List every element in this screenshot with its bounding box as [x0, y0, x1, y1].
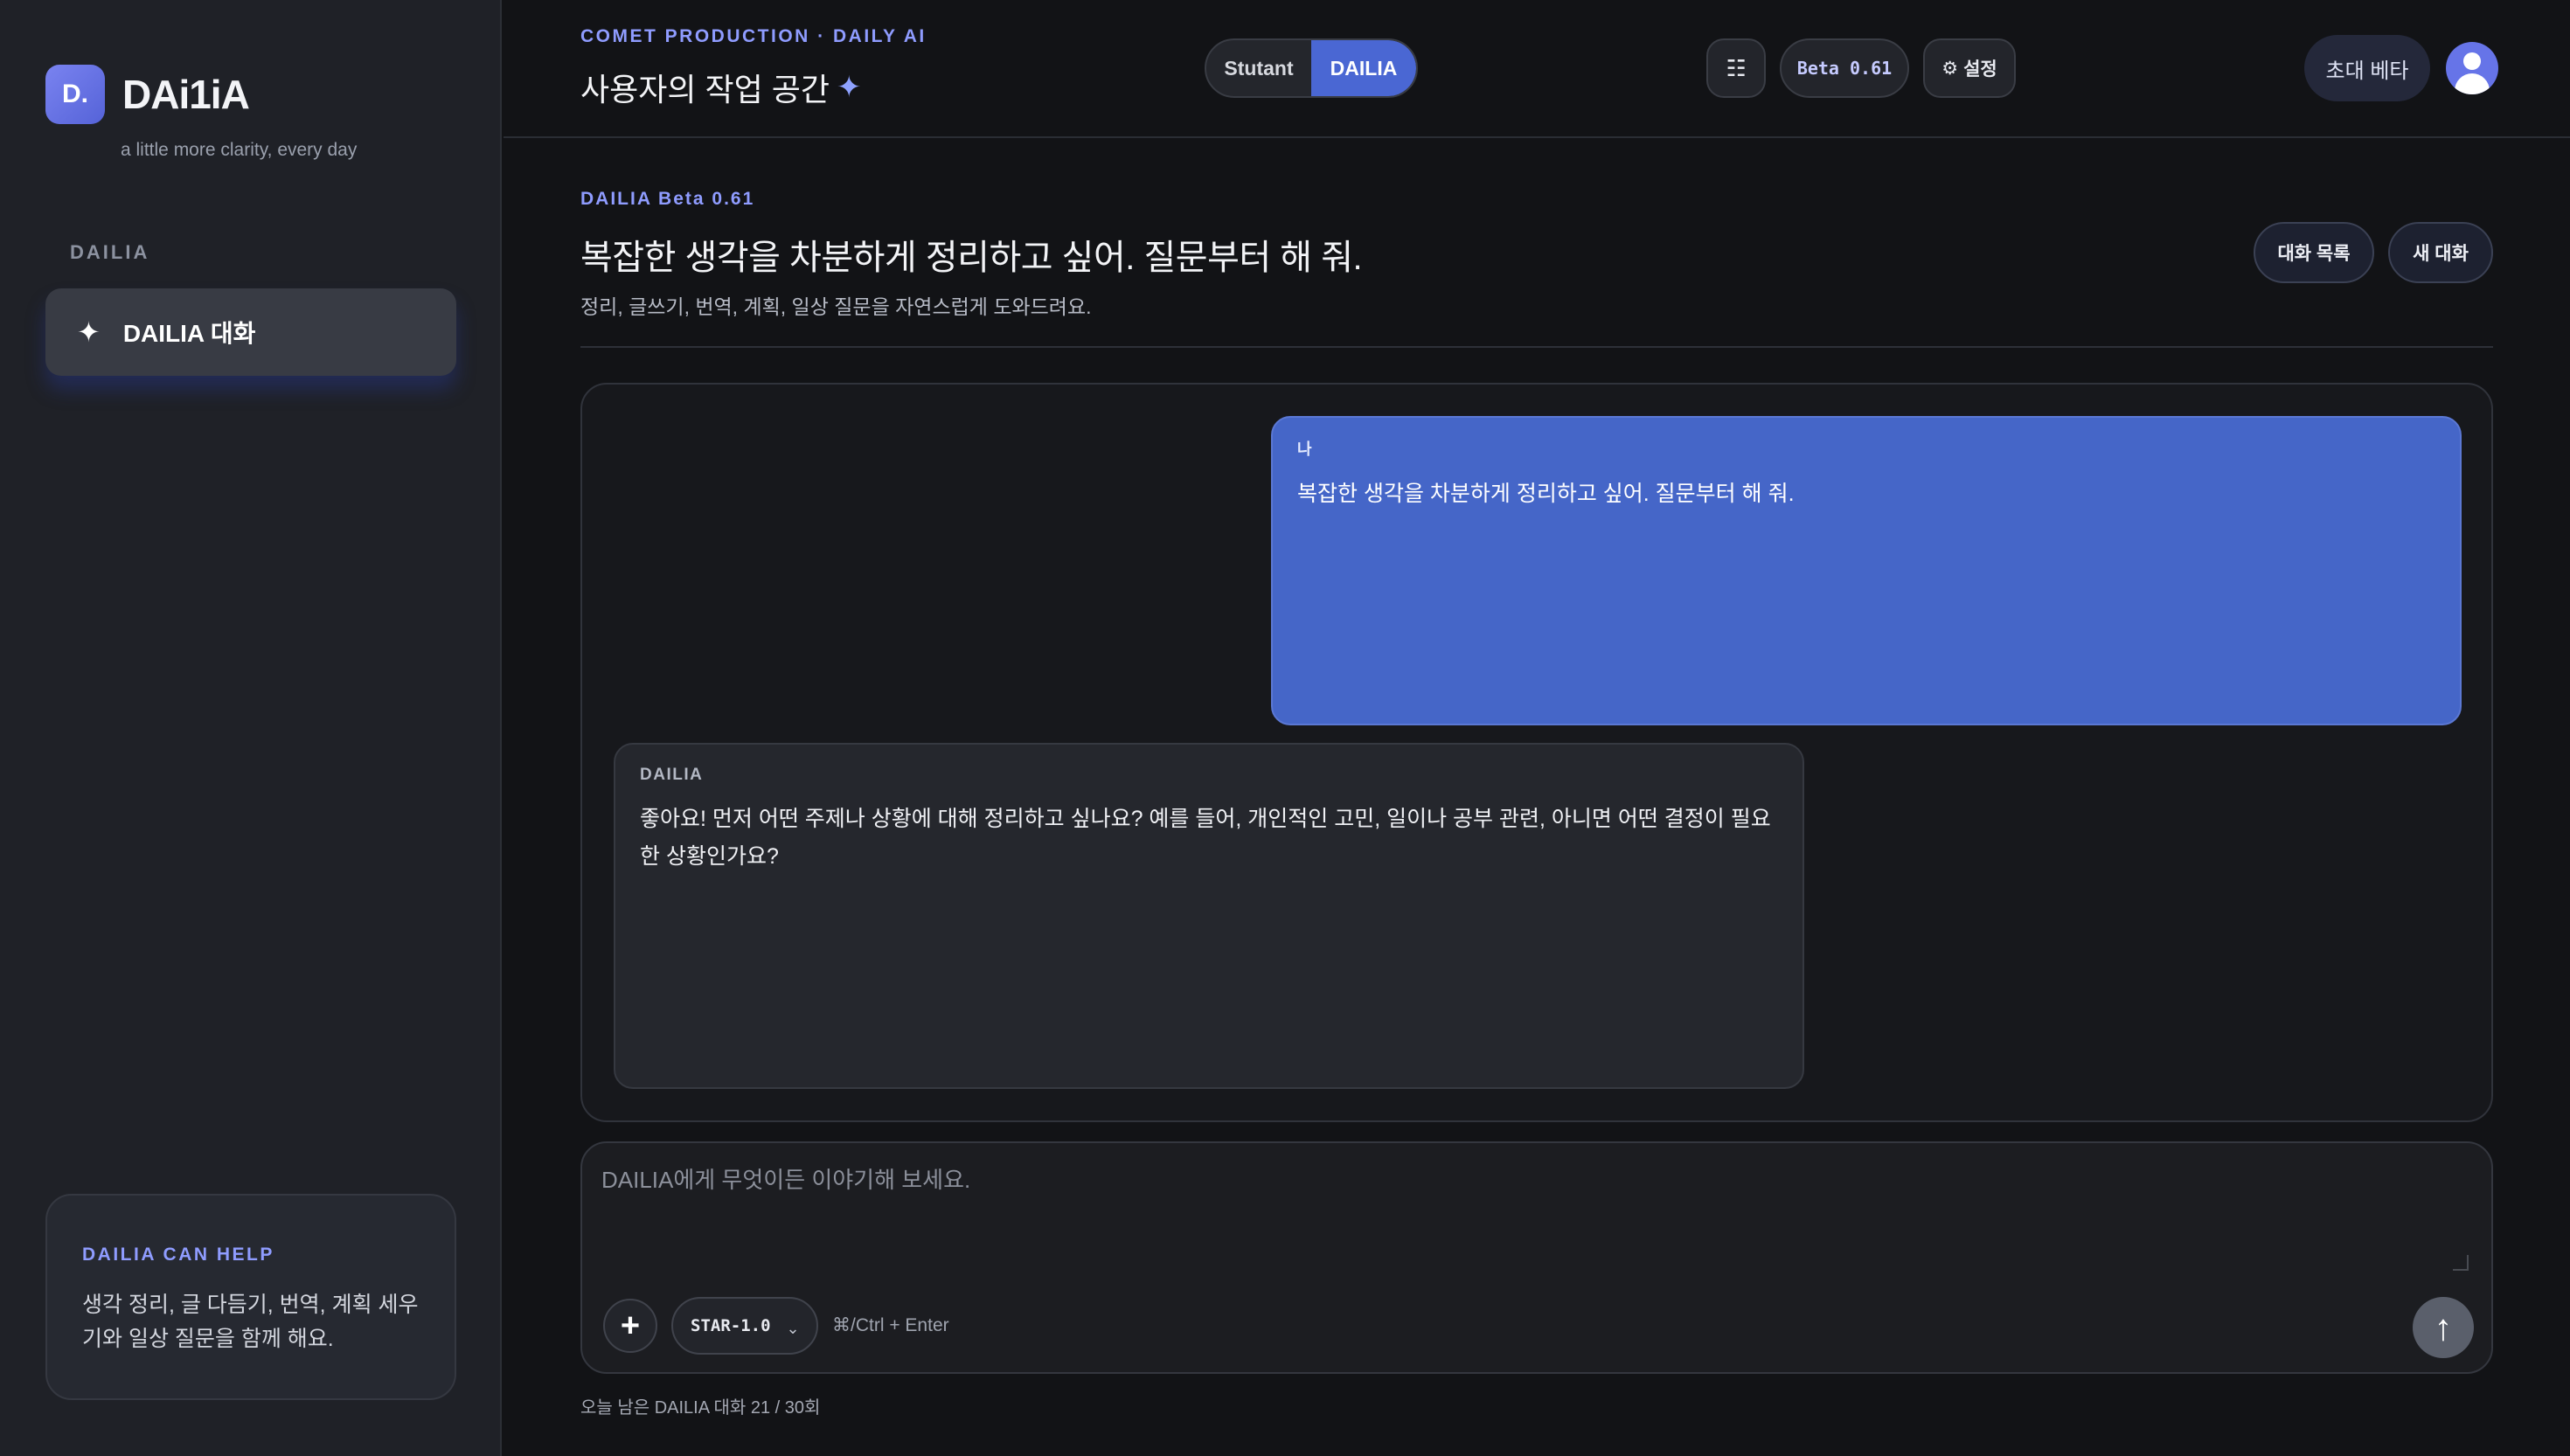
message-author: DAILIA: [640, 766, 704, 784]
logo-mark-icon: D.: [45, 65, 105, 124]
list-icon: ☷: [1726, 54, 1747, 81]
chat-panel[interactable]: 나 복잡한 생각을 차분하게 정리하고 싶어. 질문부터 해 줘. DAILIA…: [580, 383, 2493, 1122]
chevron-down-icon: ⌄: [786, 1319, 800, 1337]
conversation-list-button[interactable]: 대화 목록: [2254, 222, 2374, 283]
app-logo[interactable]: D. DAi1iA: [45, 65, 250, 124]
top-bar: COMET PRODUCTION · DAILY AI 사용자의 작업 공간 ✦…: [504, 0, 2570, 138]
new-conversation-button[interactable]: 새 대화: [2388, 222, 2493, 283]
chat-eyebrow: DAILIA Beta 0.61: [580, 189, 755, 209]
send-shortcut-hint: ⌘/Ctrl + Enter: [832, 1315, 949, 1335]
attach-plus-button[interactable]: +: [603, 1299, 657, 1353]
model-name: STAR-1.0: [691, 1316, 771, 1335]
daily-quota-text: 오늘 남은 DAILIA 대화 21 / 30회: [580, 1398, 821, 1418]
sidebar: D. DAi1iA a little more clarity, every d…: [0, 0, 502, 1456]
user-avatar[interactable]: [2446, 42, 2498, 94]
header-eyebrow: COMET PRODUCTION · DAILY AI: [580, 26, 927, 46]
resize-handle-icon[interactable]: [2453, 1255, 2469, 1271]
message-text: 좋아요! 먼저 어떤 주제나 상황에 대해 정리하고 싶나요? 예를 들어, 개…: [640, 807, 1771, 869]
tagline: a little more clarity, every day: [121, 140, 358, 160]
message-composer: + STAR-1.0 ⌄ ⌘/Ctrl + Enter ↑: [580, 1141, 2493, 1374]
plus-icon: +: [620, 1307, 641, 1344]
message-input[interactable]: [601, 1162, 2472, 1285]
message-author: 나: [1297, 440, 1312, 458]
main-content: DAILIA Beta 0.61 복잡한 생각을 차분하게 정리하고 싶어. 질…: [504, 138, 2570, 1456]
chat-subtitle: 정리, 글쓰기, 번역, 계획, 일상 질문을 자연스럽게 도와드려요.: [580, 295, 1092, 318]
invite-beta-button[interactable]: 초대 베타: [2304, 35, 2430, 101]
settings-label: 설정: [1963, 59, 1997, 80]
chat-title: 복잡한 생각을 차분하게 정리하고 싶어. 질문부터 해 줘.: [580, 239, 1363, 277]
help-card-body: 생각 정리, 글 다듬기, 번역, 계획 세우기와 일상 질문을 함께 해요.: [82, 1293, 419, 1351]
beta-version-badge[interactable]: Beta 0.61: [1780, 38, 1909, 98]
sidebar-section-label: DAILIA: [70, 241, 150, 263]
sparkle-icon: ✦: [77, 316, 101, 348]
mode-option-stutant[interactable]: Stutant: [1206, 40, 1311, 96]
logo-text: DAi1iA: [122, 72, 250, 117]
workspace-title-text: 사용자의 작업 공간: [580, 72, 830, 107]
message-text: 복잡한 생각을 차분하게 정리하고 싶어. 질문부터 해 줘.: [1297, 482, 1795, 506]
sparkle-icon: ✦: [836, 71, 862, 104]
assistant-message-bubble: DAILIA 좋아요! 먼저 어떤 주제나 상황에 대해 정리하고 싶나요? 예…: [614, 743, 1804, 1089]
gear-icon: ⚙: [1941, 58, 1959, 79]
arrow-up-icon: ↑: [2434, 1307, 2453, 1348]
settings-button[interactable]: ⚙ 설정: [1923, 38, 2016, 98]
avatar-head-shape: [2463, 52, 2481, 70]
sidebar-item-dailia-chat[interactable]: ✦ DAILIA 대화: [45, 288, 456, 376]
mode-toggle: Stutant DAILIA: [1205, 38, 1418, 98]
help-card-title: DAILIA CAN HELP: [82, 1245, 274, 1265]
send-button[interactable]: ↑: [2413, 1297, 2474, 1358]
model-select[interactable]: STAR-1.0 ⌄: [671, 1297, 818, 1355]
mode-option-dailia[interactable]: DAILIA: [1311, 40, 1416, 96]
user-message-bubble: 나 복잡한 생각을 차분하게 정리하고 싶어. 질문부터 해 줘.: [1271, 416, 2462, 725]
help-card: DAILIA CAN HELP 생각 정리, 글 다듬기, 번역, 계획 세우기…: [45, 1194, 456, 1400]
workspace-title: 사용자의 작업 공간 ✦: [580, 65, 861, 110]
menu-grid-button[interactable]: ☷: [1706, 38, 1766, 98]
header-divider: [580, 346, 2493, 348]
sidebar-item-label: DAILIA 대화: [122, 320, 256, 347]
avatar-body-shape: [2455, 73, 2490, 94]
